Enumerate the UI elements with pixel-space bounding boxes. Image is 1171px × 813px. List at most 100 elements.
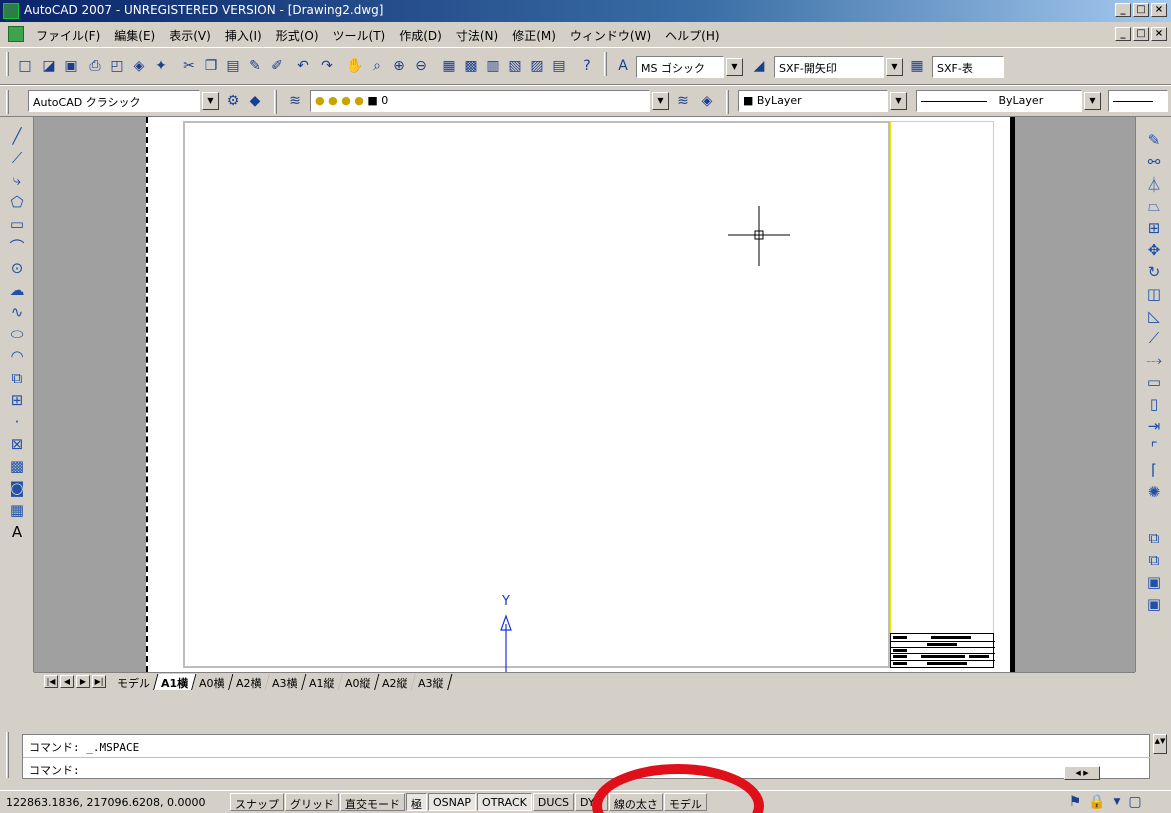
command-window-grip[interactable] (6, 732, 9, 778)
snap-toggle[interactable]: スナップ (230, 793, 284, 811)
first-tab-icon[interactable]: |◀ (44, 675, 58, 688)
previous-tab-icon[interactable]: ◀ (60, 675, 74, 688)
match-properties-icon[interactable]: ✎ (244, 55, 266, 77)
copy-object-icon[interactable]: ⚯ (1143, 151, 1165, 173)
chevron-down-icon[interactable]: ▼ (890, 92, 907, 110)
rectangle-icon[interactable]: ▭ (6, 213, 28, 235)
h-scroll-icon[interactable]: ◀ ▶ (1064, 766, 1100, 780)
chevron-down-icon[interactable]: ▼ (886, 58, 903, 76)
circle-icon[interactable]: ⊙ (6, 257, 28, 279)
cut-icon[interactable]: ✂ (178, 55, 200, 77)
open-icon[interactable]: ◪ (38, 55, 60, 77)
move-icon[interactable]: ✥ (1143, 239, 1165, 261)
join-icon[interactable]: ⇥ (1143, 415, 1165, 437)
toolbar-grip[interactable] (274, 90, 277, 114)
draw-order-front-icon[interactable]: ⧉ (1143, 527, 1165, 549)
polar-toggle[interactable]: 極 (406, 793, 427, 811)
dim-style-combo[interactable]: SXF-開矢印 (774, 56, 884, 78)
text-style-combo[interactable]: MS ゴシック (636, 56, 724, 78)
otrack-toggle[interactable]: OTRACK (477, 793, 532, 811)
fillet-icon[interactable]: ⌈ (1143, 459, 1165, 481)
workspace-settings-icon[interactable]: ⚙ (222, 90, 244, 112)
menu-format[interactable]: 形式(O) (270, 27, 327, 44)
line-icon[interactable]: ╱ (6, 125, 28, 147)
ortho-toggle[interactable]: 直交モード (340, 793, 405, 811)
pan-icon[interactable]: ✋ (344, 55, 366, 77)
offset-icon[interactable]: ⏢ (1143, 195, 1165, 217)
explode-icon[interactable]: ✺ (1143, 481, 1165, 503)
design-center-icon[interactable]: ▩ (460, 55, 482, 77)
save-icon[interactable]: ▣ (60, 55, 82, 77)
trim-icon[interactable]: ⟋ (1143, 327, 1165, 349)
chevron-down-icon[interactable]: ▼ (726, 58, 743, 76)
ellipse-arc-icon[interactable]: ◠ (6, 345, 28, 367)
text-style-icon[interactable]: A (612, 55, 634, 77)
layer-previous-icon[interactable]: ◈ (696, 90, 718, 112)
table-style-icon[interactable]: ▦ (906, 55, 928, 77)
calculator-icon[interactable]: ▤ (548, 55, 570, 77)
sheet-set-icon[interactable]: ▧ (504, 55, 526, 77)
rotate-icon[interactable]: ↻ (1143, 261, 1165, 283)
erase-icon[interactable]: ✎ (1143, 129, 1165, 151)
make-block-icon[interactable]: ⊞ (6, 389, 28, 411)
layer-properties-icon[interactable]: ≋ (284, 90, 306, 112)
menu-modify[interactable]: 修正(M) (506, 27, 564, 44)
stretch-icon[interactable]: ◺ (1143, 305, 1165, 327)
toolbar-grip[interactable] (726, 90, 729, 114)
zoom-window-icon[interactable]: ⊕ (388, 55, 410, 77)
menu-file[interactable]: ファイル(F) (30, 27, 108, 44)
doc-minimize-button[interactable]: _ (1115, 27, 1131, 41)
insert-block-icon[interactable]: ⧉ (6, 367, 28, 389)
zoom-realtime-icon[interactable]: ⌕ (366, 55, 388, 77)
redo-icon[interactable]: ↷ (316, 55, 338, 77)
copy-icon[interactable]: ❐ (200, 55, 222, 77)
linetype-combo[interactable]: ByLayer (916, 90, 1082, 112)
plot-icon[interactable]: ⎙ (84, 55, 106, 77)
command-prompt[interactable]: コマンド: (29, 762, 80, 778)
new-icon[interactable]: □ (14, 55, 36, 77)
make-layer-current-icon[interactable]: ≋ (672, 90, 694, 112)
ellipse-icon[interactable]: ⬭ (6, 323, 28, 345)
doc-close-button[interactable]: × (1151, 27, 1167, 41)
viewport-frame[interactable] (183, 121, 890, 668)
hatch-icon[interactable]: ⊠ (6, 433, 28, 455)
menu-dimension[interactable]: 寸法(N) (450, 27, 506, 44)
menu-draw[interactable]: 作成(D) (393, 27, 450, 44)
toolbar-grip[interactable] (604, 52, 607, 76)
table-icon[interactable]: ▦ (6, 499, 28, 521)
paste-icon[interactable]: ▤ (222, 55, 244, 77)
dim-style-icon[interactable]: ◢ (748, 55, 770, 77)
document-icon[interactable] (8, 26, 24, 42)
close-button[interactable]: × (1151, 3, 1167, 17)
array-icon[interactable]: ⊞ (1143, 217, 1165, 239)
toolbar-grip[interactable] (6, 52, 9, 76)
workspace-combo[interactable]: AutoCAD クラシック (28, 90, 200, 112)
revision-cloud-icon[interactable]: ☁ (6, 279, 28, 301)
grid-toggle[interactable]: グリッド (285, 793, 339, 811)
point-icon[interactable]: · (6, 411, 28, 433)
menu-window[interactable]: ウィンドウ(W) (564, 27, 659, 44)
properties-icon[interactable]: ▦ (438, 55, 460, 77)
last-tab-icon[interactable]: ▶| (92, 675, 106, 688)
extend-icon[interactable]: ⤏ (1143, 349, 1165, 371)
scale-icon[interactable]: ◫ (1143, 283, 1165, 305)
undo-icon[interactable]: ↶ (292, 55, 314, 77)
maximize-button[interactable]: □ (1133, 3, 1149, 17)
color-combo[interactable]: ■ ByLayer (738, 90, 888, 112)
menu-help[interactable]: ヘルプ(H) (659, 27, 727, 44)
mirror-icon[interactable]: ⏃ (1143, 173, 1165, 195)
lineweight-combo[interactable] (1108, 90, 1168, 112)
gradient-icon[interactable]: ▩ (6, 455, 28, 477)
communication-center-icon[interactable]: ⚑ (1064, 791, 1086, 813)
menu-view[interactable]: 表示(V) (163, 27, 219, 44)
osnap-toggle[interactable]: OSNAP (428, 793, 477, 811)
ducs-toggle[interactable]: DUCS (532, 793, 575, 811)
polyline-icon[interactable]: ⤷ (6, 169, 28, 191)
zoom-previous-icon[interactable]: ⊖ (410, 55, 432, 77)
chevron-down-icon[interactable]: ▼ (652, 92, 669, 110)
minimize-button[interactable]: _ (1115, 3, 1131, 17)
break-icon[interactable]: ▯ (1143, 393, 1165, 415)
multiline-text-icon[interactable]: A (6, 521, 28, 543)
region-icon[interactable]: ◙ (6, 477, 28, 499)
next-tab-icon[interactable]: ▶ (76, 675, 90, 688)
